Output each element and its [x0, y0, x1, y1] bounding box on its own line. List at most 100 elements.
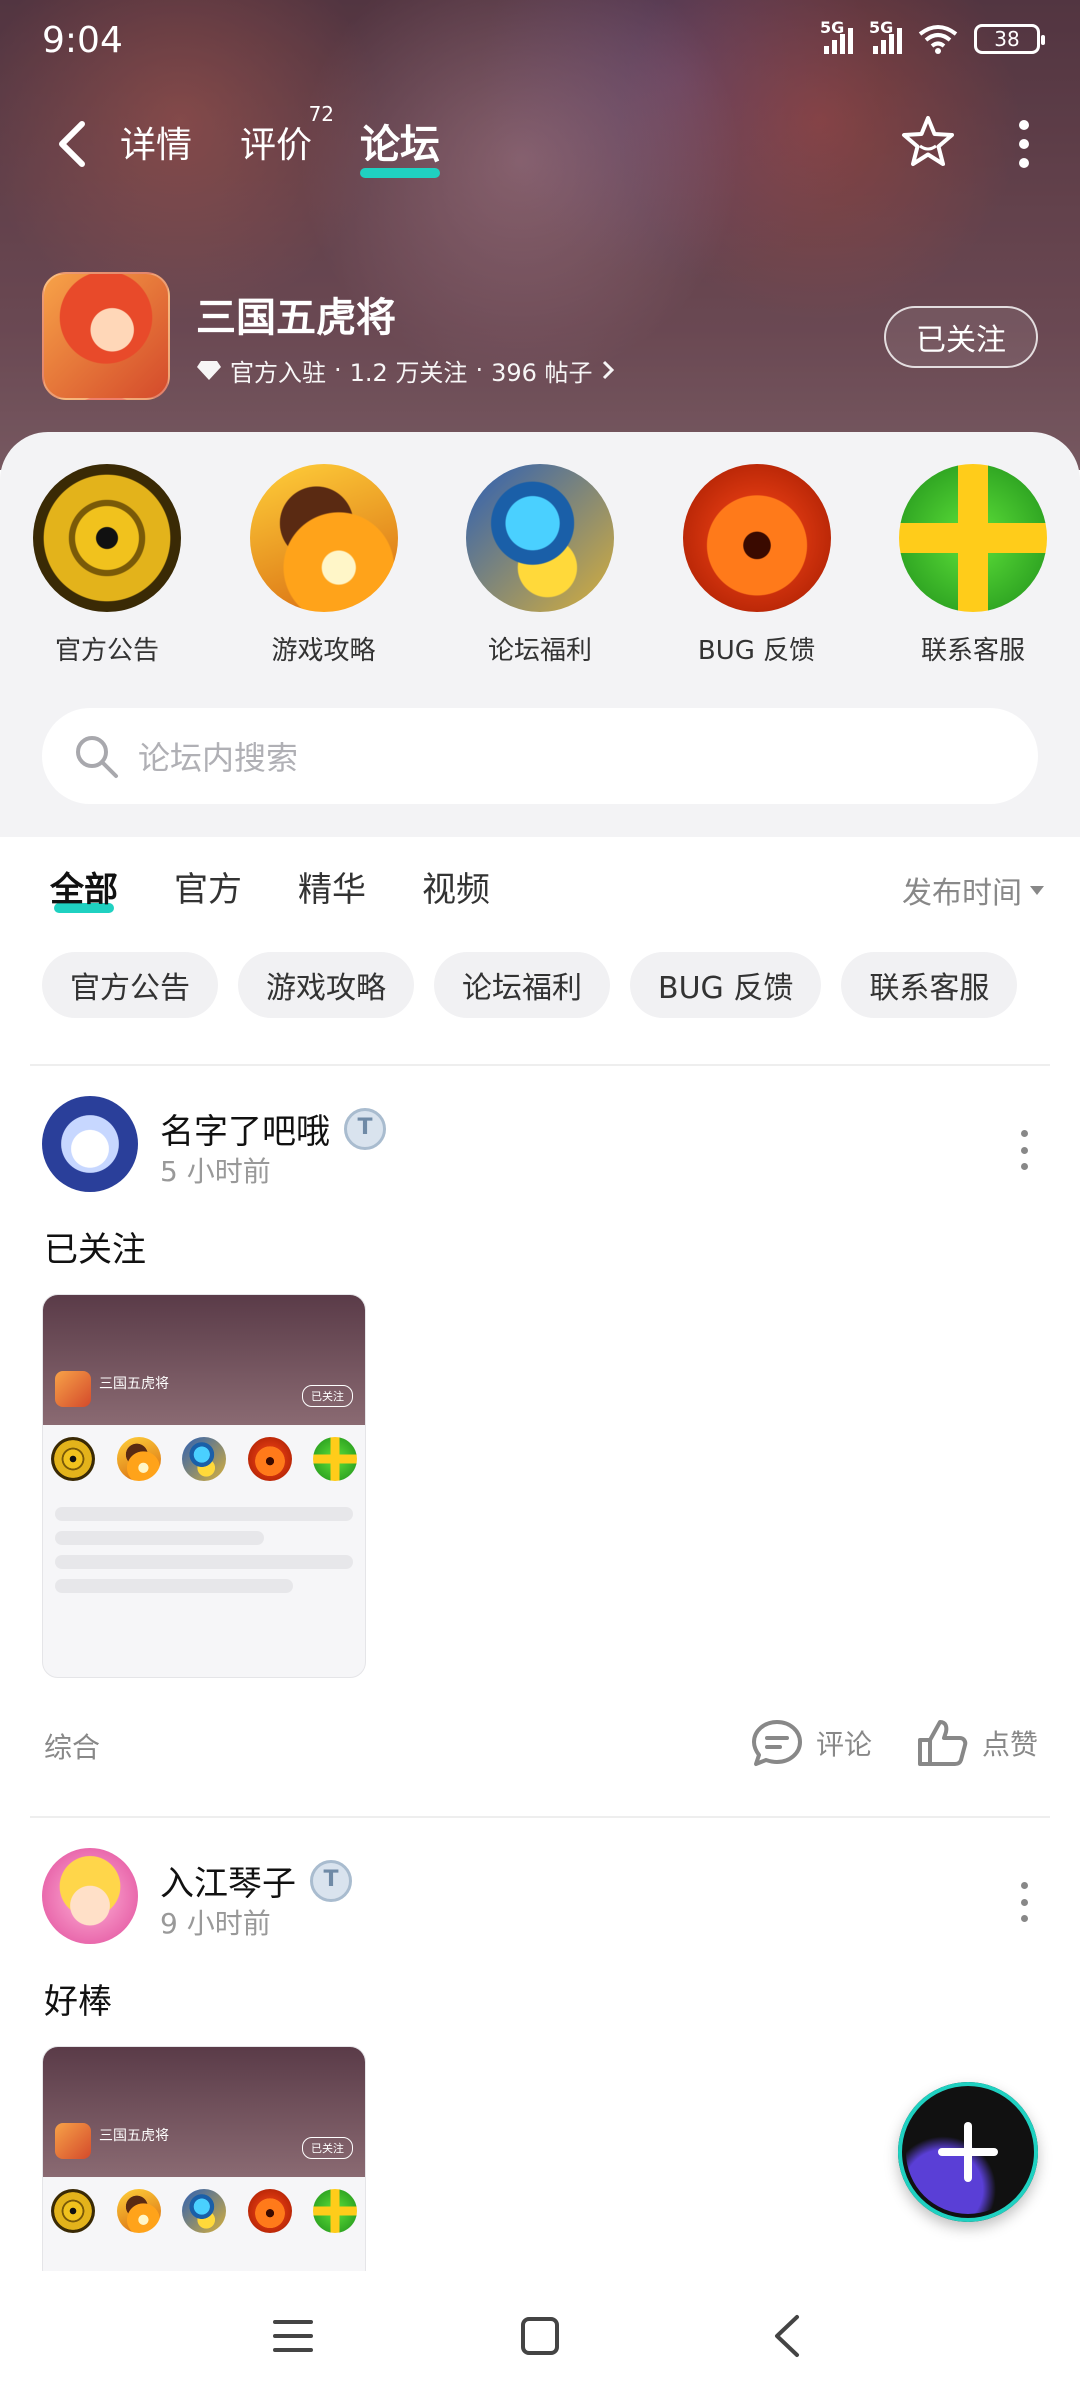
comment-button[interactable]: 评论 — [750, 1718, 872, 1768]
category-label: 官方公告 — [54, 636, 159, 666]
chip-bug-report[interactable]: BUG 反馈 — [630, 952, 822, 1018]
battery-level: 38 — [994, 27, 1020, 51]
game-meta[interactable]: 官方入驻 · 1.2 万关注 · 396 帖子 — [196, 353, 615, 388]
back-arrow-icon[interactable] — [52, 118, 92, 170]
thumbnail-follow: 已关注 — [302, 2137, 353, 2159]
signal-icon-2: 5G — [869, 18, 902, 54]
thumbs-up-icon — [917, 1720, 968, 1766]
chip-strategy[interactable]: 游戏攻略 — [238, 952, 414, 1018]
category-strategy[interactable]: 游戏攻略 — [249, 464, 399, 667]
level-badge-icon — [344, 1107, 386, 1150]
sort-dropdown[interactable]: 发布时间 — [902, 868, 1044, 912]
home-icon[interactable] — [510, 2306, 570, 2366]
favorite-star-icon[interactable] — [898, 112, 958, 172]
chip-announcements[interactable]: 官方公告 — [42, 952, 218, 1018]
category-label: 论坛福利 — [487, 636, 592, 666]
tab-details[interactable]: 详情 — [120, 116, 192, 174]
battery-icon: 38 — [974, 24, 1045, 54]
meta-separator-2: · — [475, 356, 484, 384]
search-placeholder: 论坛内搜索 — [138, 739, 299, 777]
reviews-count-badge: 72 — [308, 102, 335, 126]
like-label: 点赞 — [981, 1728, 1038, 1761]
forum-category-card: 官方公告 游戏攻略 论坛福利 BUG 反馈 联系客服 论坛内搜索 — [0, 432, 1080, 837]
divider — [30, 1064, 1050, 1066]
filter-tab-all[interactable]: 全部 — [50, 862, 118, 913]
follow-button[interactable]: 已关注 — [884, 306, 1038, 368]
category-chips: 官方公告 游戏攻略 论坛福利 BUG 反馈 联系客服 — [42, 952, 1018, 1018]
post-time: 9 小时前 — [160, 1907, 271, 1940]
category-label: 游戏攻略 — [271, 636, 376, 666]
like-button[interactable]: 点赞 — [916, 1718, 1038, 1768]
post-author-row: 名字了吧哦 — [160, 1104, 386, 1153]
category-customer-service[interactable]: 联系客服 — [898, 464, 1048, 667]
followers-count: 1.2 万关注 — [349, 358, 468, 387]
post-item[interactable]: 入江琴子 9 小时前 好棒 三国五虎将已关注 — [0, 1848, 1080, 2286]
official-label: 官方入驻 — [230, 358, 326, 387]
avatar[interactable] — [42, 1096, 138, 1192]
comment-label: 评论 — [815, 1728, 872, 1761]
post-author[interactable]: 名字了吧哦 — [160, 1104, 330, 1153]
post-image[interactable]: 三国五虎将已关注 — [42, 1294, 366, 1678]
category-bug-report[interactable]: BUG 反馈 — [682, 464, 832, 667]
thumbnail-title: 三国五虎将 — [99, 1376, 169, 1392]
chevron-right-icon — [602, 360, 614, 380]
diamond-icon — [197, 361, 221, 380]
tab-forum[interactable]: 论坛 — [360, 112, 441, 178]
thumbnail-follow: 已关注 — [302, 1385, 353, 1407]
filter-tabs: 全部 官方 精华 视频 — [50, 862, 490, 913]
post-more-icon[interactable] — [1018, 1882, 1030, 1922]
post-image[interactable]: 三国五虎将已关注 — [42, 2046, 366, 2286]
more-options-icon[interactable] — [1016, 120, 1032, 168]
gift-icon — [466, 464, 614, 612]
post-time: 5 小时前 — [160, 1155, 271, 1188]
divider — [30, 1816, 1050, 1818]
forum-search-input[interactable]: 论坛内搜索 — [42, 708, 1038, 804]
pumpkin-icon — [682, 464, 831, 612]
sort-label: 发布时间 — [902, 876, 1022, 911]
signal-icon: 5G — [820, 18, 853, 54]
tab-reviews-label: 评价 — [240, 125, 313, 166]
category-welfare[interactable]: 论坛福利 — [465, 464, 615, 667]
game-title: 三国五虎将 — [196, 294, 396, 341]
category-announcements[interactable]: 官方公告 — [32, 464, 182, 667]
plus-icon — [938, 2122, 998, 2182]
status-bar: 9:04 5G 5G 38 — [0, 0, 1080, 80]
avatar[interactable] — [42, 1848, 138, 1944]
eye-emblem-icon — [33, 464, 181, 612]
level-badge-icon — [310, 1859, 352, 1902]
thumbnail-title: 三国五虎将 — [99, 2128, 169, 2144]
status-time: 9:04 — [42, 20, 123, 61]
post-text: 已关注 — [44, 1230, 146, 1270]
plus-cross-icon — [899, 464, 1047, 612]
filter-tab-featured[interactable]: 精华 — [298, 862, 366, 911]
chip-welfare[interactable]: 论坛福利 — [434, 952, 610, 1018]
back-icon[interactable] — [757, 2306, 817, 2366]
post-text: 好棒 — [44, 1982, 112, 2022]
post-more-icon[interactable] — [1018, 1130, 1030, 1170]
game-logo[interactable] — [42, 272, 170, 400]
chip-customer-service[interactable]: 联系客服 — [841, 952, 1018, 1018]
comment-icon — [751, 1720, 802, 1766]
posts-count: 396 帖子 — [491, 358, 593, 387]
create-post-button[interactable] — [898, 2082, 1038, 2222]
system-navigation-bar — [0, 2271, 1080, 2401]
menu-icon[interactable] — [263, 2306, 323, 2366]
top-navigation: 详情 评价 72 论坛 — [0, 100, 1080, 190]
caret-down-icon — [1030, 885, 1044, 895]
category-label: 联系客服 — [920, 636, 1025, 666]
filter-tab-official[interactable]: 官方 — [174, 862, 242, 911]
wifi-icon — [918, 25, 958, 54]
post-item[interactable]: 名字了吧哦 5 小时前 已关注 三国五虎将已关注 综合 评论 点赞 — [0, 1096, 1080, 1816]
search-icon — [76, 736, 118, 778]
post-author-row: 入江琴子 — [160, 1856, 352, 1905]
filter-tab-video[interactable]: 视频 — [422, 862, 490, 911]
category-label: BUG 反馈 — [697, 636, 816, 666]
post-author[interactable]: 入江琴子 — [160, 1856, 296, 1905]
network-type-label-2: 5G — [869, 18, 894, 37]
meta-separator: · — [334, 356, 342, 384]
network-type-label: 5G — [820, 18, 845, 37]
game-info: 三国五虎将 官方入驻 · 1.2 万关注 · 396 帖子 — [42, 272, 615, 400]
strategy-icon — [249, 464, 398, 612]
tab-reviews[interactable]: 评价 72 — [240, 102, 334, 174]
post-tag[interactable]: 综合 — [44, 1726, 100, 1766]
